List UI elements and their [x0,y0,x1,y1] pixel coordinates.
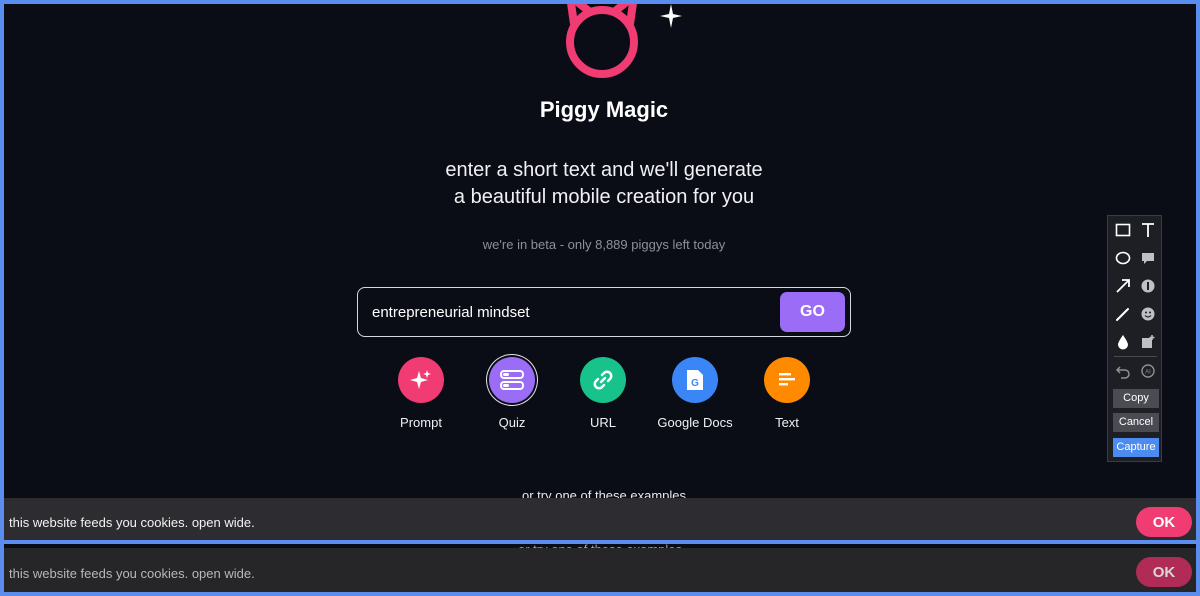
copy-button[interactable]: Copy [1113,389,1159,408]
mode-prompt-circle [398,357,444,403]
search-input[interactable] [372,298,772,326]
link-icon [593,370,613,390]
capture-button[interactable]: Capture [1113,438,1159,457]
duplicate-viewport: or try one of these examples this websit… [0,540,1200,596]
mode-label: Google Docs [657,415,733,430]
subtitle-line-2: a beautiful mobile creation for you [453,186,755,208]
cookie-ok-button[interactable]: OK [1136,557,1192,587]
go-button[interactable]: GO [780,292,845,332]
mode-google-docs-circle: G [672,357,718,403]
search-box: GO [357,287,851,337]
subtitle-line-1: enter a short text and we'll generate [445,159,763,181]
mode-prompt[interactable]: Prompt [376,357,466,431]
blur-tool[interactable] [1112,331,1134,353]
droplet-icon [1118,335,1128,350]
emoji-tool[interactable] [1137,303,1159,325]
mode-label: URL [589,415,616,430]
cookie-message: this website feeds you cookies. open wid… [9,566,255,581]
mode-quiz-circle [489,357,535,403]
undo-tool[interactable] [1112,360,1134,382]
mode-label: Quiz [498,415,526,430]
cancel-button[interactable]: Cancel [1113,413,1159,432]
arrow-tool[interactable] [1112,275,1134,297]
mode-text-circle [764,357,810,403]
text-lines-icon [779,373,795,386]
main-viewport: Piggy Magic enter a short text and we'll… [0,0,1200,540]
capture-toolbar: AI Copy Cancel Capture [1107,215,1162,462]
text-icon [1142,223,1154,237]
svg-text:AI: AI [1145,370,1151,376]
rectangle-icon [1115,223,1131,237]
add-image-icon [1142,335,1155,348]
text-tool[interactable] [1137,219,1159,241]
cookie-banner: this website feeds you cookies. open wid… [4,548,1196,592]
mode-url-circle [580,357,626,403]
mode-url[interactable]: URL [558,357,648,431]
mode-quiz[interactable]: Quiz [467,357,557,431]
cookie-message: this website feeds you cookies. open wid… [9,515,255,530]
quiz-icon [500,370,524,390]
sparkles-icon [410,370,431,389]
toolbar-divider [1114,356,1157,357]
subtitle: enter a short text and we'll generate a … [4,157,1196,211]
ellipse-icon [1115,251,1131,265]
pen-tool[interactable] [1112,303,1134,325]
sparkle-icon [660,4,682,28]
mode-google-docs[interactable]: G Google Docs [650,357,740,431]
input-mode-selector: Prompt Quiz URL G Google Docs Text [4,357,1196,457]
add-image-tool[interactable] [1137,331,1159,353]
speech-bubble-icon [1142,253,1154,264]
google-docs-icon: G [687,370,703,390]
number-badge-icon [1141,279,1155,293]
piggy-logo-icon [566,4,638,78]
ellipse-tool[interactable] [1112,247,1134,269]
pen-icon [1116,308,1129,321]
number-tool[interactable] [1137,275,1159,297]
arrow-icon [1116,279,1130,293]
mode-label: Text [775,415,799,430]
callout-tool[interactable] [1137,247,1159,269]
mode-label: Prompt [400,415,442,430]
ai-tool[interactable]: AI [1137,360,1159,382]
ai-refresh-icon: AI [1141,364,1155,378]
emoji-icon [1141,307,1155,321]
undo-icon [1115,366,1130,379]
rectangle-tool[interactable] [1112,219,1134,241]
svg-text:G: G [691,378,699,389]
beta-notice: we're in beta - only 8,889 piggys left t… [482,237,726,252]
cookie-ok-button[interactable]: OK [1136,507,1192,537]
cookie-banner: this website feeds you cookies. open wid… [4,498,1196,540]
mode-text[interactable]: Text [742,357,832,431]
app-title: Piggy Magic [539,97,669,122]
